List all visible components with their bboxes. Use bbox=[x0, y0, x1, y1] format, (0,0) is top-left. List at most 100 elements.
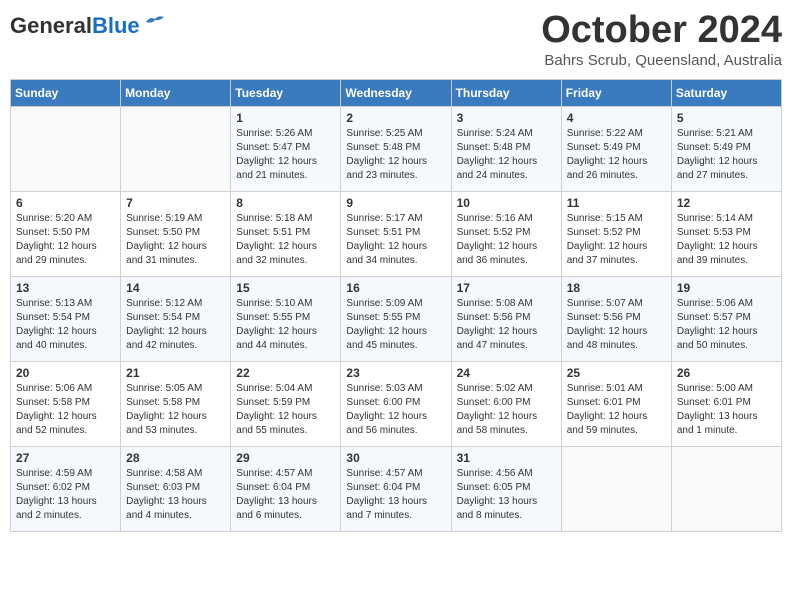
day-info: Sunrise: 5:20 AMSunset: 5:50 PMDaylight:… bbox=[16, 212, 115, 268]
calendar-week-row: 27Sunrise: 4:59 AMSunset: 6:02 PMDayligh… bbox=[11, 446, 782, 531]
logo-bird-icon bbox=[144, 14, 166, 30]
calendar-cell: 2 Sunrise: 5:25 AMSunset: 5:48 PMDaylight… bbox=[341, 106, 451, 191]
day-info: Sunrise: 5:02 AMSunset: 6:00 PMDaylight:… bbox=[457, 382, 556, 438]
calendar-cell: 7 Sunrise: 5:19 AMSunset: 5:50 PMDaylight… bbox=[121, 191, 231, 276]
calendar-week-row: 6 Sunrise: 5:20 AMSunset: 5:50 PMDaylight… bbox=[11, 191, 782, 276]
calendar-cell: 23Sunrise: 5:03 AMSunset: 6:00 PMDayligh… bbox=[341, 361, 451, 446]
weekday-header-row: SundayMondayTuesdayWednesdayThursdayFrid… bbox=[11, 79, 782, 106]
day-number: 28 bbox=[126, 451, 225, 465]
calendar-cell bbox=[11, 106, 121, 191]
day-number: 31 bbox=[457, 451, 556, 465]
weekday-header: Thursday bbox=[451, 79, 561, 106]
day-number: 13 bbox=[16, 281, 115, 295]
day-number: 14 bbox=[126, 281, 225, 295]
calendar-cell: 21 Sunrise: 5:05 AMSunset: 5:58 PMDayligh… bbox=[121, 361, 231, 446]
title-area: October 2024 Bahrs Scrub, Queensland, Au… bbox=[541, 10, 782, 69]
day-number: 30 bbox=[346, 451, 445, 465]
day-info: Sunrise: 5:06 AMSunset: 5:58 PMDaylight:… bbox=[16, 382, 115, 438]
day-info: Sunrise: 5:04 AMSunset: 5:59 PMDaylight:… bbox=[236, 382, 335, 438]
calendar-cell: 1 Sunrise: 5:26 AMSunset: 5:47 PMDaylight… bbox=[231, 106, 341, 191]
calendar-cell: 18Sunrise: 5:07 AMSunset: 5:56 PMDayligh… bbox=[561, 276, 671, 361]
day-number: 20 bbox=[16, 366, 115, 380]
day-info: Sunrise: 5:19 AMSunset: 5:50 PMDaylight:… bbox=[126, 212, 225, 268]
day-info: Sunrise: 5:21 AMSunset: 5:49 PMDaylight:… bbox=[677, 127, 776, 183]
day-info: Sunrise: 5:03 AMSunset: 6:00 PMDaylight:… bbox=[346, 382, 445, 438]
day-number: 9 bbox=[346, 196, 445, 210]
day-info: Sunrise: 5:12 AMSunset: 5:54 PMDaylight:… bbox=[126, 297, 225, 353]
day-info: Sunrise: 5:25 AMSunset: 5:48 PMDaylight:… bbox=[346, 127, 445, 183]
day-number: 22 bbox=[236, 366, 335, 380]
calendar-cell: 30 Sunrise: 4:57 AMSunset: 6:04 PMDayligh… bbox=[341, 446, 451, 531]
calendar-cell: 16 Sunrise: 5:09 AMSunset: 5:55 PMDayligh… bbox=[341, 276, 451, 361]
logo: GeneralBlue bbox=[10, 10, 166, 37]
day-info: Sunrise: 4:57 AMSunset: 6:04 PMDaylight:… bbox=[346, 467, 445, 523]
calendar-cell bbox=[121, 106, 231, 191]
day-info: Sunrise: 5:05 AMSunset: 5:58 PMDaylight:… bbox=[126, 382, 225, 438]
day-info: Sunrise: 5:16 AMSunset: 5:52 PMDaylight:… bbox=[457, 212, 556, 268]
calendar-cell: 10Sunrise: 5:16 AMSunset: 5:52 PMDayligh… bbox=[451, 191, 561, 276]
month-title: October 2024 bbox=[541, 10, 782, 52]
calendar-cell: 19 Sunrise: 5:06 AMSunset: 5:57 PMDayligh… bbox=[671, 276, 781, 361]
day-info: Sunrise: 5:08 AMSunset: 5:56 PMDaylight:… bbox=[457, 297, 556, 353]
calendar-cell: 4 Sunrise: 5:22 AMSunset: 5:49 PMDaylight… bbox=[561, 106, 671, 191]
calendar-cell: 28Sunrise: 4:58 AMSunset: 6:03 PMDayligh… bbox=[121, 446, 231, 531]
calendar-cell: 31 Sunrise: 4:56 AMSunset: 6:05 PMDayligh… bbox=[451, 446, 561, 531]
day-info: Sunrise: 5:13 AMSunset: 5:54 PMDaylight:… bbox=[16, 297, 115, 353]
day-number: 21 bbox=[126, 366, 225, 380]
calendar-cell bbox=[671, 446, 781, 531]
calendar-cell: 27Sunrise: 4:59 AMSunset: 6:02 PMDayligh… bbox=[11, 446, 121, 531]
calendar-week-row: 1 Sunrise: 5:26 AMSunset: 5:47 PMDaylight… bbox=[11, 106, 782, 191]
day-number: 2 bbox=[346, 111, 445, 125]
day-info: Sunrise: 4:56 AMSunset: 6:05 PMDaylight:… bbox=[457, 467, 556, 523]
calendar-cell: 15 Sunrise: 5:10 AMSunset: 5:55 PMDayligh… bbox=[231, 276, 341, 361]
calendar-cell: 8 Sunrise: 5:18 AMSunset: 5:51 PMDaylight… bbox=[231, 191, 341, 276]
day-info: Sunrise: 5:18 AMSunset: 5:51 PMDaylight:… bbox=[236, 212, 335, 268]
day-info: Sunrise: 5:26 AMSunset: 5:47 PMDaylight:… bbox=[236, 127, 335, 183]
logo-text: GeneralBlue bbox=[10, 15, 140, 37]
day-number: 19 bbox=[677, 281, 776, 295]
day-info: Sunrise: 5:14 AMSunset: 5:53 PMDaylight:… bbox=[677, 212, 776, 268]
calendar-cell: 24 Sunrise: 5:02 AMSunset: 6:00 PMDayligh… bbox=[451, 361, 561, 446]
day-number: 1 bbox=[236, 111, 335, 125]
day-info: Sunrise: 5:00 AMSunset: 6:01 PMDaylight:… bbox=[677, 382, 776, 438]
weekday-header: Monday bbox=[121, 79, 231, 106]
calendar-cell bbox=[561, 446, 671, 531]
calendar-week-row: 20 Sunrise: 5:06 AMSunset: 5:58 PMDayligh… bbox=[11, 361, 782, 446]
day-info: Sunrise: 5:22 AMSunset: 5:49 PMDaylight:… bbox=[567, 127, 666, 183]
day-number: 4 bbox=[567, 111, 666, 125]
day-info: Sunrise: 5:15 AMSunset: 5:52 PMDaylight:… bbox=[567, 212, 666, 268]
day-number: 6 bbox=[16, 196, 115, 210]
day-number: 24 bbox=[457, 366, 556, 380]
calendar-cell: 20 Sunrise: 5:06 AMSunset: 5:58 PMDayligh… bbox=[11, 361, 121, 446]
calendar-cell: 11 Sunrise: 5:15 AMSunset: 5:52 PMDayligh… bbox=[561, 191, 671, 276]
day-info: Sunrise: 5:06 AMSunset: 5:57 PMDaylight:… bbox=[677, 297, 776, 353]
weekday-header: Friday bbox=[561, 79, 671, 106]
calendar-cell: 22 Sunrise: 5:04 AMSunset: 5:59 PMDayligh… bbox=[231, 361, 341, 446]
calendar-week-row: 13 Sunrise: 5:13 AMSunset: 5:54 PMDayligh… bbox=[11, 276, 782, 361]
calendar-cell: 17 Sunrise: 5:08 AMSunset: 5:56 PMDayligh… bbox=[451, 276, 561, 361]
day-info: Sunrise: 5:09 AMSunset: 5:55 PMDaylight:… bbox=[346, 297, 445, 353]
weekday-header: Wednesday bbox=[341, 79, 451, 106]
calendar-cell: 3Sunrise: 5:24 AMSunset: 5:48 PMDaylight… bbox=[451, 106, 561, 191]
day-number: 8 bbox=[236, 196, 335, 210]
day-number: 7 bbox=[126, 196, 225, 210]
day-info: Sunrise: 5:10 AMSunset: 5:55 PMDaylight:… bbox=[236, 297, 335, 353]
day-info: Sunrise: 5:07 AMSunset: 5:56 PMDaylight:… bbox=[567, 297, 666, 353]
calendar-cell: 29Sunrise: 4:57 AMSunset: 6:04 PMDayligh… bbox=[231, 446, 341, 531]
day-number: 15 bbox=[236, 281, 335, 295]
day-number: 11 bbox=[567, 196, 666, 210]
day-number: 5 bbox=[677, 111, 776, 125]
calendar-cell: 14 Sunrise: 5:12 AMSunset: 5:54 PMDayligh… bbox=[121, 276, 231, 361]
location: Bahrs Scrub, Queensland, Australia bbox=[541, 52, 782, 69]
day-number: 25 bbox=[567, 366, 666, 380]
day-info: Sunrise: 5:24 AMSunset: 5:48 PMDaylight:… bbox=[457, 127, 556, 183]
day-info: Sunrise: 5:01 AMSunset: 6:01 PMDaylight:… bbox=[567, 382, 666, 438]
weekday-header: Saturday bbox=[671, 79, 781, 106]
page-header: GeneralBlue October 2024 Bahrs Scrub, Qu… bbox=[10, 10, 782, 69]
calendar-cell: 5 Sunrise: 5:21 AMSunset: 5:49 PMDaylight… bbox=[671, 106, 781, 191]
day-number: 16 bbox=[346, 281, 445, 295]
day-number: 17 bbox=[457, 281, 556, 295]
calendar-cell: 25 Sunrise: 5:01 AMSunset: 6:01 PMDayligh… bbox=[561, 361, 671, 446]
calendar-table: SundayMondayTuesdayWednesdayThursdayFrid… bbox=[10, 79, 782, 532]
weekday-header: Tuesday bbox=[231, 79, 341, 106]
